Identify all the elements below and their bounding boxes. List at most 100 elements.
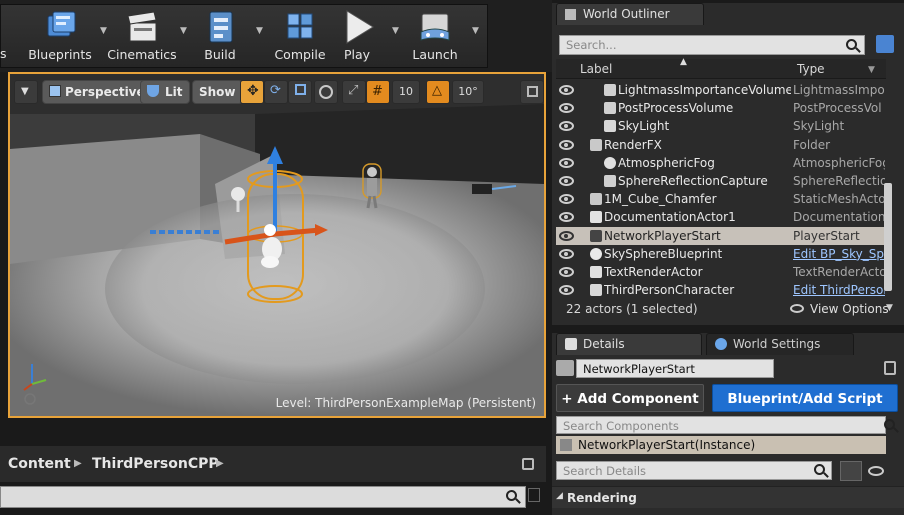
translate-tool-icon[interactable]: ✥ [240, 80, 264, 104]
scale-tool-icon[interactable] [288, 80, 312, 104]
eye-icon[interactable] [868, 466, 884, 476]
launch-button[interactable]: Launch [404, 6, 466, 64]
tab-world-outliner[interactable]: World Outliner [556, 3, 704, 25]
reflection-capture-icon [604, 175, 616, 187]
lit-label: Lit [165, 85, 183, 99]
grid-snap-icon[interactable]: # [366, 80, 390, 104]
world-outliner-panel: World Outliner Search... Label ▲ Type ▼ … [552, 3, 904, 325]
build-dropdown-caret[interactable]: ▼ [256, 26, 266, 36]
documentation-icon [590, 211, 602, 224]
visibility-eye-icon[interactable] [559, 121, 574, 132]
lock-icon[interactable] [884, 361, 896, 375]
world-local-globe-icon[interactable] [314, 80, 338, 104]
outliner-row-label: SphereReflectionCapture [618, 174, 768, 188]
show-label: Show [199, 85, 236, 99]
outliner-row[interactable]: AtmosphericFog AtmosphericFog [556, 154, 886, 172]
visibility-eye-icon[interactable] [559, 230, 574, 241]
surface-snapping-icon[interactable]: ⤢ [342, 80, 366, 104]
level-name-label: Level: ThirdPersonExampleMap (Persistent… [275, 396, 536, 410]
add-component-button[interactable]: + Add Component [556, 384, 704, 412]
lit-view-mode-button[interactable]: Lit [140, 80, 190, 104]
component-icon [560, 439, 572, 451]
property-matrix-icon[interactable] [840, 461, 862, 481]
blueprints-button[interactable]: Blueprints [24, 6, 96, 64]
outliner-row[interactable]: NetworkPlayerStart PlayerStart [556, 226, 886, 245]
outliner-row[interactable]: LightmassImportanceVolume LightmassImpor [556, 81, 886, 99]
blueprint-add-script-button[interactable]: Blueprint/Add Script [712, 384, 898, 412]
compile-label: Compile [274, 47, 326, 62]
component-instance-row[interactable]: NetworkPlayerStart(Instance) [556, 436, 886, 454]
sort-ascending-icon: ▲ [680, 57, 687, 67]
visibility-eye-icon[interactable] [559, 194, 574, 205]
content-search-input[interactable] [0, 486, 526, 508]
breadcrumb-content[interactable]: Content [8, 456, 71, 472]
maximize-viewport-icon[interactable] [520, 80, 544, 104]
outliner-row-type: DocumentationA [793, 210, 885, 225]
outliner-row[interactable]: TextRenderActor TextRenderActo [556, 263, 886, 281]
build-label: Build [204, 47, 236, 62]
visibility-eye-icon[interactable] [559, 157, 574, 168]
play-button[interactable]: Play [330, 6, 384, 64]
visibility-eye-icon[interactable] [559, 176, 574, 186]
actor-count: 22 actors (1 selected) [566, 302, 698, 316]
viewport-options-dropdown[interactable]: ▼ [14, 80, 38, 104]
visibility-eye-icon[interactable] [559, 212, 574, 223]
rotation-snap-icon[interactable]: △ [426, 80, 450, 104]
outliner-row-type: PlayerStart [793, 228, 860, 243]
play-dropdown-caret[interactable]: ▼ [392, 26, 402, 36]
build-button[interactable]: Build [190, 6, 250, 64]
cinematics-clapper-icon [127, 11, 157, 42]
outliner-scrollbar[interactable] [884, 183, 892, 291]
chevron-down-icon[interactable]: ▼ [886, 303, 893, 313]
outliner-row[interactable]: SkyLight SkyLight [556, 117, 886, 135]
outliner-row[interactable]: ◢RenderFXFolder [556, 136, 886, 154]
search-components-input[interactable]: Search Components [556, 416, 886, 434]
details-tab-label: Details [583, 337, 625, 351]
visibility-eye-icon[interactable] [559, 103, 574, 114]
outliner-row-label: NetworkPlayerStart [604, 228, 721, 243]
outliner-row[interactable]: SphereReflectionCapture SphereReflection [556, 172, 886, 190]
outliner-row-type-link[interactable]: Edit BP_Sky_Sp [793, 245, 885, 263]
breadcrumb-thirdpersoncpp[interactable]: ThirdPersonCPP [92, 456, 219, 472]
tab-details[interactable]: Details [556, 333, 702, 355]
outliner-row-type: LightmassImpor [793, 83, 885, 97]
rendering-section-header[interactable]: ◢ Rendering [552, 486, 904, 508]
visibility-eye-icon[interactable] [559, 285, 574, 296]
outliner-row-label: SkySphereBlueprint [604, 246, 723, 261]
visibility-eye-icon[interactable] [559, 248, 574, 259]
blueprints-icon [47, 11, 76, 37]
outliner-row[interactable]: SkySphereBlueprint Edit BP_Sky_Sp [556, 245, 886, 263]
perspective-view-button[interactable]: Perspective [42, 80, 152, 104]
rotate-tool-icon[interactable]: ⟳ [264, 80, 288, 104]
search-icon [846, 39, 857, 50]
save-icon[interactable] [528, 488, 540, 502]
outliner-row[interactable]: DocumentationActor1 DocumentationA [556, 208, 886, 226]
outliner-search-input[interactable]: Search... [559, 35, 865, 55]
rotation-snap-value[interactable]: 10° [452, 80, 484, 104]
view-options-button[interactable]: View Options [810, 302, 889, 316]
lock-icon[interactable] [522, 458, 534, 470]
outliner-icon [565, 9, 576, 20]
type-column-dropdown-icon[interactable]: ▼ [868, 65, 875, 75]
actor-name-input[interactable]: NetworkPlayerStart [576, 359, 774, 378]
show-flags-button[interactable]: Show [192, 80, 243, 104]
column-type[interactable]: Type [797, 62, 825, 76]
search-details-input[interactable]: Search Details [556, 461, 832, 480]
outliner-row[interactable]: PostProcessVolume PostProcessVol [556, 99, 886, 117]
column-label[interactable]: Label [580, 62, 612, 76]
compile-button[interactable]: Compile [270, 6, 330, 64]
launch-dropdown-caret[interactable]: ▼ [472, 26, 482, 36]
volume-icon [604, 84, 616, 96]
visibility-eye-icon[interactable] [559, 85, 574, 95]
visibility-eye-icon[interactable] [559, 267, 574, 277]
level-viewport[interactable]: ▼ Perspective Lit Show ✥ ⟳ ⤢ # 10 △ 10° … [8, 72, 546, 418]
add-filter-icon[interactable] [876, 35, 894, 53]
tab-world-settings[interactable]: World Settings [706, 333, 854, 355]
visibility-eye-icon[interactable] [559, 139, 574, 150]
cinematics-dropdown-caret[interactable]: ▼ [180, 26, 190, 36]
outliner-row[interactable]: 1M_Cube_Chamfer StaticMeshActor [556, 190, 886, 208]
toolbar-partial-label[interactable]: s [0, 46, 7, 61]
cinematics-label: Cinematics [107, 47, 177, 62]
grid-snap-value[interactable]: 10 [392, 80, 420, 104]
cinematics-button[interactable]: Cinematics [106, 6, 178, 64]
